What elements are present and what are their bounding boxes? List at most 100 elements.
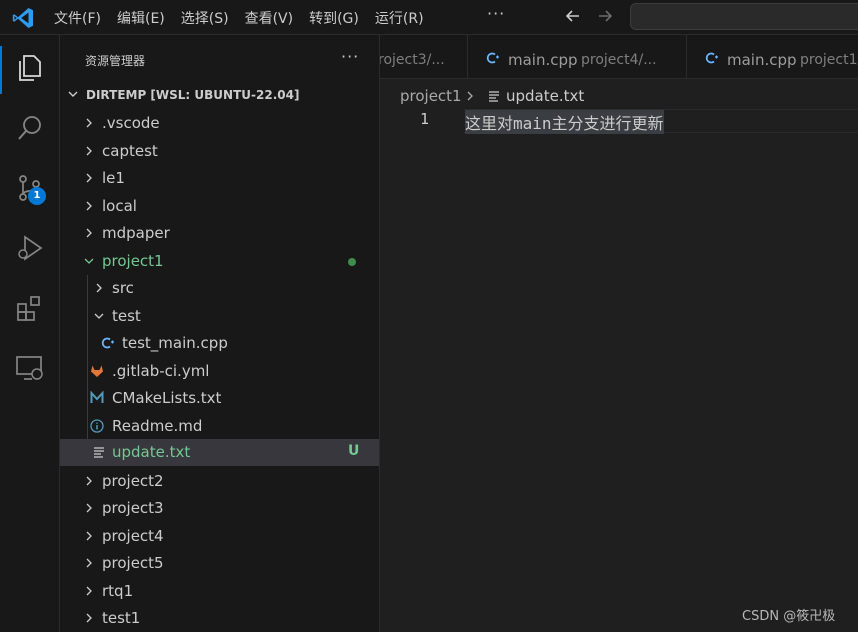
menu-selection[interactable]: 选择(S) xyxy=(181,8,229,28)
text-lines-icon xyxy=(94,447,104,458)
tree-item-label: project2 xyxy=(102,472,164,490)
tab-project3-file[interactable]: roject3/... xyxy=(380,35,468,78)
chevron-right-icon xyxy=(86,476,92,486)
remote-explorer-icon[interactable] xyxy=(14,352,46,384)
tree-folder-captest[interactable]: captest xyxy=(60,138,379,165)
git-modified-dot xyxy=(348,258,356,266)
breadcrumb-folder[interactable]: project1 xyxy=(400,87,462,105)
forward-arrow-icon[interactable] xyxy=(595,6,615,26)
tree-item-label: captest xyxy=(102,142,158,160)
tab-label: main.cpp xyxy=(508,51,578,69)
sidebar-title: 资源管理器 xyxy=(85,54,146,68)
chevron-right-icon xyxy=(86,613,92,623)
tab-description: project1/... xyxy=(800,52,858,68)
tree-item-label: test1 xyxy=(102,609,141,627)
breadcrumb: project1 update.txt xyxy=(380,79,858,112)
tree-item-label: local xyxy=(102,197,137,215)
explorer-files-icon[interactable] xyxy=(14,52,46,84)
menu-run[interactable]: 运行(R) xyxy=(375,8,424,28)
info-icon xyxy=(90,419,104,433)
chevron-right-icon xyxy=(86,228,92,238)
tab-main-cpp-project4[interactable]: main.cpp project4/... xyxy=(468,35,687,78)
tree-item-label: update.txt xyxy=(112,443,191,461)
chevron-right-icon xyxy=(96,283,102,293)
tree-item-label: test_main.cpp xyxy=(122,334,228,352)
menu-file[interactable]: 文件(F) xyxy=(54,8,101,28)
tree-item-label: .gitlab-ci.yml xyxy=(112,362,210,380)
tree-item-label: le1 xyxy=(102,169,125,187)
title-bar: 文件(F) 编辑(E) 选择(S) 查看(V) 转到(G) 运行(R) ··· xyxy=(0,0,858,35)
text-lines-icon xyxy=(489,91,499,102)
code-line-text[interactable]: 这里对main主分支进行更新 xyxy=(465,110,664,134)
gitlab-fox-icon xyxy=(91,365,103,377)
chevron-right-icon xyxy=(86,146,92,156)
watermark: CSDN @筱卍极 xyxy=(742,609,836,624)
explorer-sidebar: 资源管理器 ··· DIRTEMP [WSL: UBUNTU-22.04] .v… xyxy=(60,35,380,632)
tree-item-label: mdpaper xyxy=(102,224,170,242)
chevron-right-icon xyxy=(86,118,92,128)
menu-go[interactable]: 转到(G) xyxy=(309,8,359,28)
tree-folder-project5[interactable]: project5 xyxy=(60,550,379,577)
tree-file-readme[interactable]: Readme.md xyxy=(60,413,379,440)
tab-label: main.cpp xyxy=(727,51,797,69)
run-debug-icon[interactable] xyxy=(14,232,46,264)
cpp-file-icon xyxy=(486,52,499,64)
vscode-logo-icon xyxy=(12,8,34,28)
breadcrumb-file[interactable]: update.txt xyxy=(506,87,584,105)
menu-edit[interactable]: 编辑(E) xyxy=(117,8,165,28)
menu-bar: 文件(F) 编辑(E) 选择(S) 查看(V) 转到(G) 运行(R) xyxy=(54,0,440,35)
tree-folder-project2[interactable]: project2 xyxy=(60,468,379,495)
tree-folder-src[interactable]: src xyxy=(60,275,379,302)
chevron-right-icon xyxy=(86,503,92,513)
tree-folder-project3[interactable]: project3 xyxy=(60,495,379,522)
cpp-file-icon xyxy=(101,337,114,349)
tree-item-label: test xyxy=(112,307,141,325)
workspace-root[interactable]: DIRTEMP [WSL: UBUNTU-22.04] xyxy=(60,85,379,107)
tab-description: project4/... xyxy=(581,52,657,68)
search-icon[interactable] xyxy=(14,112,46,144)
tree-folder-local[interactable]: local xyxy=(60,193,379,220)
chevron-right-icon xyxy=(86,201,92,211)
chevron-right-icon xyxy=(86,586,92,596)
tree-folder-rtq1[interactable]: rtq1 xyxy=(60,578,379,605)
tree-item-label: project3 xyxy=(102,499,164,517)
sidebar-more-button[interactable]: ··· xyxy=(341,47,359,66)
tree-folder-le1[interactable]: le1 xyxy=(60,165,379,192)
workspace-root-label: DIRTEMP [WSL: UBUNTU-22.04] xyxy=(86,88,300,102)
extensions-icon[interactable] xyxy=(14,292,46,324)
back-arrow-icon[interactable] xyxy=(563,6,583,26)
tree-folder-vscode[interactable]: .vscode xyxy=(60,110,379,137)
chevron-down-icon xyxy=(94,313,104,319)
editor-area[interactable] xyxy=(380,112,858,632)
tree-file-cmakelists[interactable]: CMakeLists.txt xyxy=(60,385,379,412)
tree-item-label: Readme.md xyxy=(112,417,203,435)
activity-bar: 1 xyxy=(0,35,60,632)
command-center-search[interactable] xyxy=(630,3,858,30)
tree-folder-mdpaper[interactable]: mdpaper xyxy=(60,220,379,247)
chevron-down-icon xyxy=(68,91,78,97)
tree-folder-test1[interactable]: test1 xyxy=(60,605,379,632)
tree-file-update-txt[interactable]: update.txt U xyxy=(60,439,379,466)
tree-item-label: rtq1 xyxy=(102,582,134,600)
tree-file-gitlab-ci[interactable]: .gitlab-ci.yml xyxy=(60,358,379,385)
tree-folder-project4[interactable]: project4 xyxy=(60,523,379,550)
menu-more-button[interactable]: ··· xyxy=(487,4,505,23)
cmake-m-icon xyxy=(90,391,104,403)
tab-description: roject3/... xyxy=(380,52,445,68)
tree-item-label: project5 xyxy=(102,554,164,572)
tree-folder-project1[interactable]: project1 xyxy=(60,248,379,275)
tab-main-cpp-project1[interactable]: main.cpp project1/... xyxy=(687,35,858,78)
chevron-right-icon xyxy=(86,558,92,568)
tree-file-test-main-cpp[interactable]: test_main.cpp xyxy=(60,330,379,357)
chevron-right-icon xyxy=(467,91,473,101)
tree-item-label: .vscode xyxy=(102,114,160,132)
menu-view[interactable]: 查看(V) xyxy=(245,8,294,28)
active-indicator xyxy=(0,46,2,94)
editor-tabs: roject3/... main.cpp project4/... main.c… xyxy=(380,35,858,79)
tree-folder-test[interactable]: test xyxy=(60,303,379,330)
tree-item-label: CMakeLists.txt xyxy=(112,389,222,407)
source-control-badge: 1 xyxy=(28,187,46,205)
git-untracked-badge: U xyxy=(348,443,360,459)
chevron-down-icon xyxy=(84,258,94,264)
tree-item-label: src xyxy=(112,279,134,297)
